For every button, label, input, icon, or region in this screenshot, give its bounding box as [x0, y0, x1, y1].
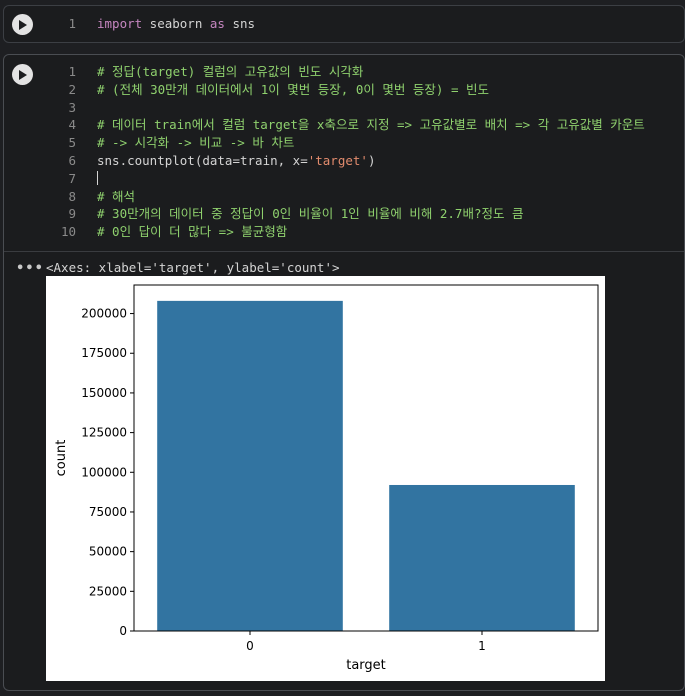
- countplot-chart: 0 25000 50000 75000 100000 125000 150000 175000…: [46, 276, 605, 681]
- code-comment: # 해석: [97, 188, 136, 204]
- code-line: 10 # 0인 답이 더 많다 => 불균형함: [54, 223, 684, 241]
- line-number: 8: [68, 188, 76, 204]
- play-icon: [19, 19, 27, 30]
- code-line: 6 sns.countplot(data=train, x='target'): [54, 152, 684, 170]
- line-number: 2: [68, 81, 76, 97]
- code-cell-import[interactable]: 1 import seaborn as sns: [3, 5, 685, 43]
- code-string: 'target': [307, 152, 368, 168]
- line-number: 4: [68, 117, 76, 133]
- code-comment: # 0인 답이 더 많다 => 불균형함: [97, 224, 288, 240]
- y-tick-label: 25000: [89, 584, 127, 598]
- y-tick-label: 75000: [89, 505, 127, 519]
- y-tick-label: 0: [119, 624, 127, 638]
- code-line: 5 # -> 시각화 -> 비교 -> 바 차트: [54, 134, 684, 152]
- line-number: 6: [68, 152, 76, 168]
- code-comment: # 30만개의 데이터 중 정답이 0인 비율이 1인 비율에 비해 2.7배?…: [97, 206, 524, 222]
- code-line: 1 # 정답(target) 컬럼의 고유값의 빈도 시각화: [54, 63, 684, 81]
- keyword: as: [209, 16, 225, 31]
- y-tick-label: 175000: [81, 346, 127, 360]
- line-number: 5: [68, 135, 76, 151]
- text-cursor: [97, 170, 98, 185]
- code-text: sns.countplot(data=train, x=: [97, 152, 308, 168]
- output-text: <Axes: xlabel='target', ylabel='count'>: [46, 260, 340, 275]
- code-comment: # 데이터 train에서 컬럼 target을 x축으로 지정 => 고유값별…: [97, 117, 645, 133]
- x-axis-label: target: [346, 658, 386, 673]
- output-divider: [4, 251, 684, 252]
- line-number: 3: [68, 99, 76, 115]
- y-tick-label: 50000: [89, 545, 127, 559]
- play-icon: [19, 69, 27, 80]
- code-line: 4 # 데이터 train에서 컬럼 target을 x축으로 지정 => 고유값…: [54, 116, 684, 134]
- code-line: 8 # 해석: [54, 188, 684, 206]
- output-menu-icon[interactable]: •••: [16, 261, 44, 276]
- y-tick-label: 200000: [81, 307, 127, 321]
- x-tick-label: 0: [246, 639, 254, 653]
- run-cell-button[interactable]: [12, 14, 33, 35]
- line-number: 10: [60, 224, 76, 240]
- line-number: 7: [68, 170, 76, 186]
- run-cell-button[interactable]: [12, 64, 33, 85]
- y-tick-label: 100000: [81, 465, 127, 479]
- code-editor[interactable]: 1 import seaborn as sns: [54, 15, 684, 33]
- chart-svg: 0 25000 50000 75000 100000 125000 150000 175000…: [54, 284, 599, 673]
- bar-1: [389, 484, 575, 631]
- x-tick-label: 1: [478, 639, 486, 653]
- code-editor[interactable]: 1 # 정답(target) 컬럼의 고유값의 빈도 시각화 2 # (전체 30만개…: [54, 63, 684, 241]
- code-text: ): [367, 152, 376, 168]
- y-tick-label: 125000: [81, 426, 127, 440]
- code-comment: # 정답(target) 컬럼의 고유값의 빈도 시각화: [97, 64, 364, 79]
- line-number: 1: [68, 64, 76, 79]
- y-tick-label: 150000: [81, 386, 127, 400]
- alias-name: sns: [224, 16, 256, 31]
- line-number: 1: [68, 16, 76, 31]
- code-line: 9 # 30만개의 데이터 중 정답이 0인 비율이 1인 비율에 비해 2.7배…: [54, 205, 684, 223]
- code-line: 7: [54, 170, 684, 188]
- code-line: 2 # (전체 30만개 데이터에서 1이 몇번 등장, 0이 몇번 등장) = …: [54, 81, 684, 99]
- y-axis-label: count: [54, 440, 69, 477]
- bar-0: [157, 300, 343, 631]
- code-comment: # -> 시각화 -> 비교 -> 바 차트: [97, 135, 295, 151]
- line-number: 9: [68, 206, 76, 222]
- code-line: 3: [54, 99, 684, 117]
- code-comment: # (전체 30만개 데이터에서 1이 몇번 등장, 0이 몇번 등장) = 빈…: [97, 81, 490, 97]
- keyword: import: [97, 16, 143, 31]
- code-cell-countplot[interactable]: 1 # 정답(target) 컬럼의 고유값의 빈도 시각화 2 # (전체 30만개…: [3, 54, 685, 691]
- module-name: seaborn: [142, 16, 210, 31]
